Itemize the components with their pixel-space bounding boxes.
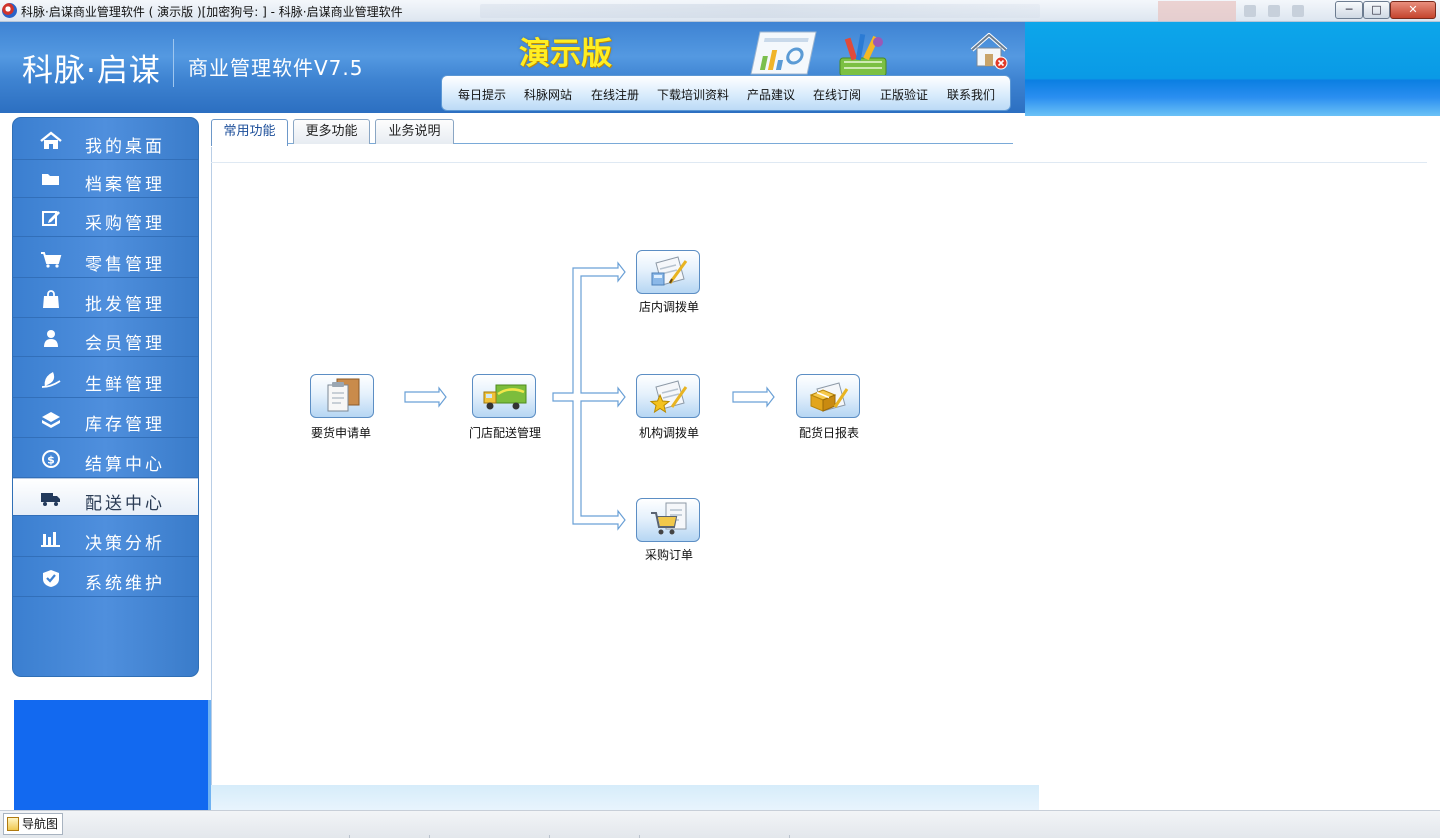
sidebar-menu: 我的桌面 档案管理 采购管理 零售管理 批发管理 会员管理 生鲜管理 库存管理 … <box>12 117 199 677</box>
nav-online-subscribe[interactable]: 在线订阅 <box>813 86 861 103</box>
sidebar-item-label: 结算中心 <box>85 455 165 475</box>
ghost-icon <box>1292 5 1304 17</box>
package-report-icon <box>809 382 849 412</box>
header-illustration-icon <box>750 31 887 77</box>
sidebar-item-wholesale[interactable]: 批发管理 <box>13 280 198 318</box>
nav-download-training[interactable]: 下载培训资料 <box>657 86 729 103</box>
home-icon <box>40 131 62 149</box>
sidebar-item-label: 采购管理 <box>85 214 165 234</box>
flow-node-label: 采购订单 <box>644 548 693 562</box>
ghost-icon <box>1268 5 1280 17</box>
header-right-panel <box>1025 22 1440 116</box>
sidebar-item-desktop[interactable]: 我的桌面 <box>13 122 198 160</box>
brand-logo: 科脉·启谋 <box>22 53 161 89</box>
top-navigation-bar: 每日提示 科脉网站 在线注册 下载培训资料 产品建议 在线订阅 正版验证 联系我… <box>441 75 1011 111</box>
flow-arrow <box>732 386 775 408</box>
sidebar-item-label: 决策分析 <box>85 534 165 554</box>
sidebar-item-archives[interactable]: 档案管理 <box>13 160 198 198</box>
flow-node-label: 机构调拨单 <box>638 426 699 440</box>
sidebar-item-label: 系统维护 <box>85 574 165 594</box>
close-button[interactable]: ✕ <box>1390 1 1436 19</box>
window-title: 科脉·启谋商业管理软件 ( 演示版 )[加密狗号: ] - 科脉·启谋商业管理软… <box>21 5 403 19</box>
nav-suggestions[interactable]: 产品建议 <box>747 86 795 103</box>
ghost-icon <box>1244 5 1256 17</box>
workflow-diagram: 要货申请单 门店配送管理 店内调拨单 机构调拨单 采购订单 配货日报表 <box>211 117 1111 777</box>
edit-icon <box>42 211 60 226</box>
star-form-icon <box>649 380 688 414</box>
sidebar-item-maintenance[interactable]: 系统维护 <box>13 559 198 597</box>
sidebar-item-inventory[interactable]: 库存管理 <box>13 400 198 438</box>
nav-website[interactable]: 科脉网站 <box>524 86 572 103</box>
app-logo-icon <box>2 3 17 18</box>
sidebar-item-label: 我的桌面 <box>85 137 165 157</box>
flow-node-purchase-order[interactable] <box>636 498 702 544</box>
status-bar: 导航图 <box>0 810 1440 838</box>
home-logout-icon[interactable] <box>968 30 1010 70</box>
box-icon <box>42 412 60 428</box>
sidebar-item-settlement[interactable]: $ 结算中心 <box>13 440 198 478</box>
sidebar-item-label: 档案管理 <box>85 175 165 195</box>
navigator-tab-label: 导航图 <box>22 817 59 831</box>
content-bottom-band <box>211 785 1039 810</box>
folder-icon <box>42 174 59 185</box>
dollar-icon: $ <box>42 450 60 468</box>
app-header: 科脉·启谋 商业管理软件V7.5 演示版 每日提示 科脉网站 在线注册 下载培训… <box>0 22 1025 113</box>
demo-badge: 演示版 <box>519 36 612 72</box>
sidebar-item-analysis[interactable]: 决策分析 <box>13 519 198 557</box>
leaf-icon <box>41 372 61 388</box>
maximize-button[interactable]: □ <box>1363 1 1390 19</box>
title-bar[interactable]: 科脉·启谋商业管理软件 ( 演示版 )[加密狗号: ] - 科脉·启谋商业管理软… <box>0 0 1440 22</box>
flow-node-org-transfer[interactable] <box>636 374 702 420</box>
flow-node-label: 店内调拨单 <box>638 300 699 314</box>
flow-node-request[interactable] <box>310 374 376 420</box>
nav-contact-us[interactable]: 联系我们 <box>947 86 995 103</box>
sidebar-item-purchase[interactable]: 采购管理 <box>13 199 198 237</box>
truck-icon <box>41 493 60 506</box>
sidebar-bottom-panel <box>14 700 208 810</box>
document-icon <box>7 817 19 831</box>
sidebar-item-label: 生鲜管理 <box>85 375 165 395</box>
flow-connectors <box>404 261 775 531</box>
logo-divider <box>173 39 174 87</box>
flow-node-instore-transfer[interactable] <box>636 250 702 296</box>
background-window-ghost-red <box>1158 1 1236 21</box>
nav-online-register[interactable]: 在线注册 <box>591 86 639 103</box>
svg-text:$: $ <box>47 454 55 467</box>
flow-node-daily-report[interactable] <box>796 374 862 420</box>
sidebar-item-members[interactable]: 会员管理 <box>13 319 198 357</box>
sidebar-item-label: 库存管理 <box>85 415 165 435</box>
transfer-form-icon <box>651 256 688 286</box>
user-icon <box>44 330 58 347</box>
flow-node-label: 门店配送管理 <box>468 426 541 440</box>
nav-genuine-verify[interactable]: 正版验证 <box>880 86 928 103</box>
cart-icon <box>41 252 62 268</box>
shield-icon <box>43 570 59 587</box>
bar-chart-icon <box>41 532 60 547</box>
flow-node-store-delivery[interactable] <box>472 374 538 420</box>
sidebar-item-retail[interactable]: 零售管理 <box>13 240 198 278</box>
flow-node-label: 要货申请单 <box>310 426 371 440</box>
product-name: 商业管理软件V7.5 <box>188 56 364 80</box>
flow-arrow <box>404 386 447 408</box>
sidebar-item-distribution[interactable]: 配送中心 <box>13 478 198 516</box>
sidebar-item-label: 配送中心 <box>85 494 165 514</box>
shopping-cart-form-icon <box>651 502 687 535</box>
nav-daily-tips[interactable]: 每日提示 <box>458 86 506 103</box>
minimize-button[interactable]: ─ <box>1335 1 1363 19</box>
sidebar-item-label: 批发管理 <box>85 295 165 315</box>
sidebar-item-fresh[interactable]: 生鲜管理 <box>13 360 198 398</box>
background-window-ghost <box>480 4 1040 18</box>
clipboard-icon <box>327 378 360 412</box>
navigator-tab[interactable]: 导航图 <box>3 813 64 835</box>
sidebar-item-label: 零售管理 <box>85 255 165 275</box>
sidebar-item-label: 会员管理 <box>85 334 165 354</box>
flow-node-label: 配货日报表 <box>798 426 859 440</box>
bag-icon <box>43 290 59 308</box>
app-window: 科脉·启谋商业管理软件 ( 演示版 )[加密狗号: ] - 科脉·启谋商业管理软… <box>0 0 1440 838</box>
delivery-truck-icon <box>483 384 527 410</box>
